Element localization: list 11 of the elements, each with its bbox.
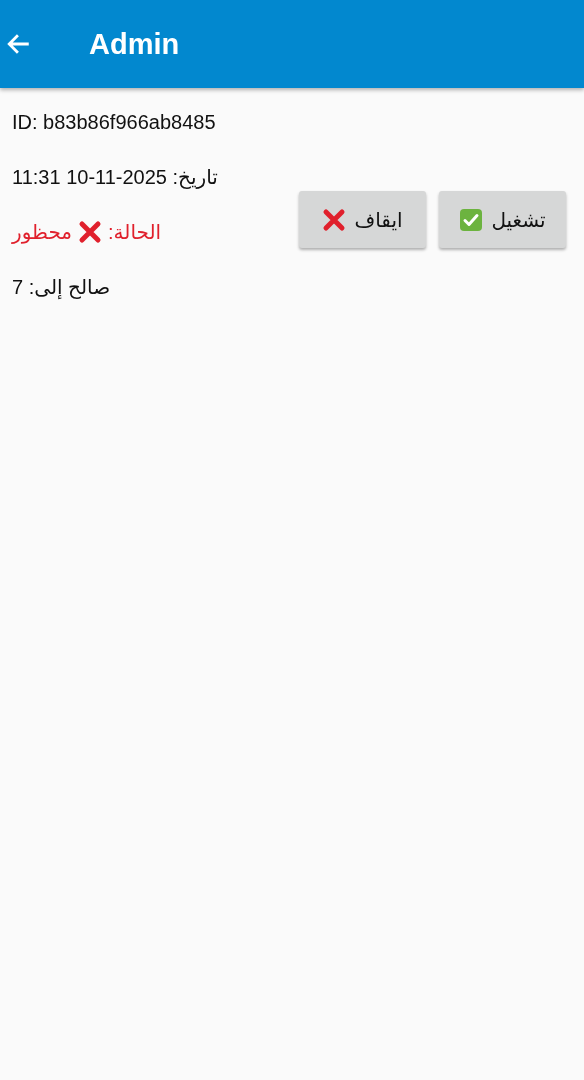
status-value: محظور xyxy=(12,220,73,244)
cross-icon xyxy=(78,220,103,244)
app-title: Admin xyxy=(89,27,180,61)
stop-button[interactable]: ايقاف xyxy=(299,191,426,248)
status-label: الحالة: xyxy=(108,220,162,244)
start-button[interactable]: تشغيل xyxy=(439,191,566,248)
cross-icon xyxy=(322,207,347,232)
date-text: تاريخ: 2025-11-10 11:31 xyxy=(12,165,218,189)
valid-text: صالح إلى: 7 xyxy=(12,275,111,299)
device-id: ID: b83b86f966ab8485 xyxy=(12,110,216,134)
check-icon xyxy=(459,207,484,232)
